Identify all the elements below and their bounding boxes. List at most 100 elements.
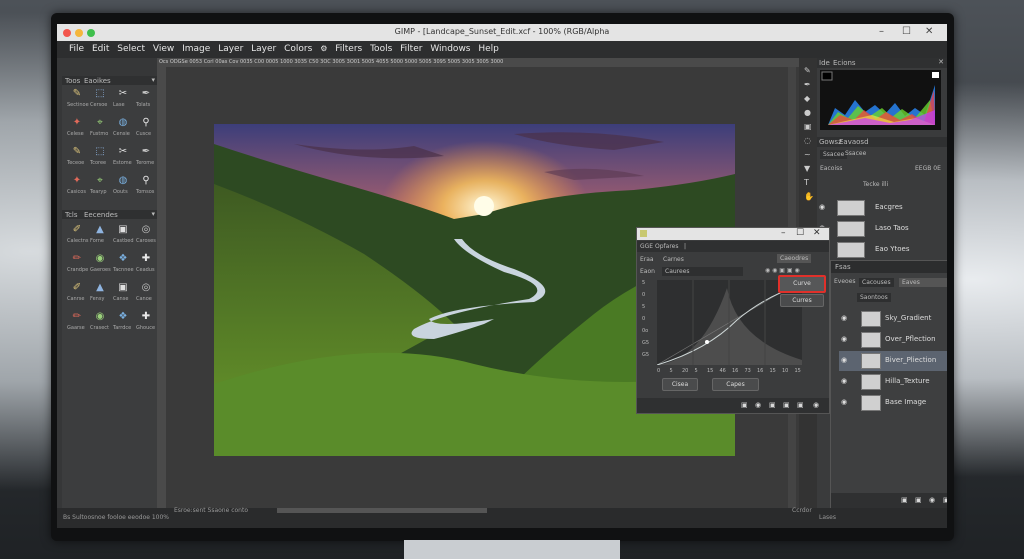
- preset-icons[interactable]: ◉ ◉ ▣ ▣ ◉: [765, 267, 800, 274]
- menu-filters[interactable]: Filters: [333, 41, 364, 54]
- opacity-field[interactable]: Saontoos: [857, 293, 891, 302]
- tool-icon[interactable]: ✒: [139, 88, 153, 100]
- tool-icon[interactable]: ⌖: [93, 175, 107, 187]
- curves-button[interactable]: Curres: [780, 294, 824, 307]
- menu-layer-2[interactable]: Layer: [249, 41, 278, 54]
- tool-icon[interactable]: ◉: [93, 311, 107, 323]
- eye-icon[interactable]: ◉: [841, 335, 847, 343]
- smudge-icon[interactable]: ~: [804, 150, 811, 159]
- tool-icon[interactable]: ❖: [116, 311, 130, 323]
- tool-icon[interactable]: ▣: [116, 282, 130, 294]
- layer-row[interactable]: ◉Biver_Pliection◉: [839, 351, 947, 371]
- tool-icon[interactable]: ⚲: [139, 117, 153, 129]
- eye-icon[interactable]: ◉: [819, 203, 825, 211]
- tool-icon[interactable]: ◉: [93, 253, 107, 265]
- menu-file[interactable]: File: [67, 41, 86, 54]
- histogram-tab[interactable]: Ecions: [833, 59, 856, 67]
- channel-value[interactable]: Carnes: [663, 256, 684, 263]
- eraser-icon[interactable]: ◌: [804, 136, 811, 145]
- curve-button[interactable]: Curve: [778, 275, 826, 293]
- menu-windows[interactable]: Windows: [428, 41, 472, 54]
- tool-icon[interactable]: ✎: [70, 88, 84, 100]
- brush-icon[interactable]: ✎: [804, 66, 811, 75]
- eye-icon[interactable]: ◉: [841, 377, 847, 385]
- dialog-maximize-button[interactable]: ☐: [796, 228, 804, 238]
- tool-icon[interactable]: ✐: [70, 282, 84, 294]
- back-layer-row[interactable]: ◉ Eacgres: [817, 198, 947, 218]
- dialog-tab-1[interactable]: GGE: [640, 243, 653, 250]
- back-layer-row[interactable]: ◉ Eao Ytoes: [817, 240, 947, 260]
- raise-layer-icon[interactable]: ▣: [915, 496, 922, 504]
- tool-icon[interactable]: ✂: [116, 146, 130, 158]
- tool-icon[interactable]: ⬚: [93, 88, 107, 100]
- window-maximize-button[interactable]: ☐: [902, 26, 911, 37]
- footer-icon[interactable]: ▣: [769, 401, 776, 409]
- window-close-button[interactable]: ✕: [925, 26, 933, 37]
- footer-icon[interactable]: ◉: [755, 401, 761, 409]
- menu-layer[interactable]: Layer: [216, 41, 245, 54]
- tool-icon[interactable]: ◎: [139, 224, 153, 236]
- menu-filter[interactable]: Filter: [398, 41, 424, 54]
- pen-icon[interactable]: ✒: [804, 80, 811, 89]
- panel-menu-icon[interactable]: ▾: [151, 76, 155, 84]
- tool-icon[interactable]: ✂: [116, 88, 130, 100]
- menu-edit[interactable]: Edit: [90, 41, 111, 54]
- dialog-minimize-button[interactable]: –: [781, 228, 786, 238]
- menu-tools[interactable]: Tools: [368, 41, 394, 54]
- tool-icon[interactable]: ⚲: [139, 175, 153, 187]
- tool-icon[interactable]: ❖: [116, 253, 130, 265]
- tool-icon[interactable]: ⌖: [93, 117, 107, 129]
- preset-dropdown[interactable]: Caurees: [662, 267, 743, 276]
- footer-icon[interactable]: ▣: [741, 401, 748, 409]
- back-mode[interactable]: Eacoiss: [820, 165, 842, 172]
- drop-icon[interactable]: ●: [804, 108, 811, 117]
- layer-row[interactable]: ◉Over_Pflection◉: [839, 330, 947, 350]
- tool-icon[interactable]: ✏: [70, 311, 84, 323]
- fill-icon[interactable]: ▼: [804, 164, 810, 173]
- layer-mode-select[interactable]: Eaves: [899, 278, 947, 287]
- back-mode-right[interactable]: EEGB 0E: [915, 165, 941, 172]
- layer-row[interactable]: ◉Sky_Gradient◉: [839, 309, 947, 329]
- tool-icon[interactable]: ✎: [70, 146, 84, 158]
- new-layer-icon[interactable]: ▣: [901, 496, 908, 504]
- back-layer-row[interactable]: ◉ Laso Taos: [817, 219, 947, 239]
- menu-view[interactable]: View: [151, 41, 176, 54]
- tool-icon[interactable]: ▲: [93, 282, 107, 294]
- tool-icon[interactable]: ✚: [139, 311, 153, 323]
- tool-icon[interactable]: ◎: [139, 282, 153, 294]
- dialog-button-1[interactable]: Cisea: [662, 378, 698, 391]
- panel-menu-icon[interactable]: ▾: [151, 210, 155, 218]
- menu-colors[interactable]: Colors: [282, 41, 314, 54]
- anchor-layer-icon[interactable]: ▣: [943, 496, 947, 504]
- eye-icon[interactable]: ◉: [841, 314, 847, 322]
- footer-icon[interactable]: ▣: [783, 401, 790, 409]
- eye-icon[interactable]: ◉: [841, 398, 847, 406]
- channel-select[interactable]: Caeodres: [777, 254, 812, 263]
- dialog-close-button[interactable]: ✕: [813, 228, 821, 238]
- menu-image[interactable]: Image: [180, 41, 212, 54]
- horizontal-scrollbar[interactable]: [277, 508, 487, 513]
- window-minimize-button[interactable]: –: [879, 26, 884, 37]
- layer-row[interactable]: ◉Hilla_Texture◉: [839, 372, 947, 392]
- layer-mode-dropdown[interactable]: Cacouses: [859, 278, 894, 287]
- footer-icon[interactable]: ▣: [797, 401, 804, 409]
- eye-icon[interactable]: ◉: [841, 356, 847, 364]
- tool-icon[interactable]: ◍: [116, 117, 130, 129]
- footer-icon[interactable]: ◉: [813, 401, 819, 409]
- menu-select[interactable]: Select: [115, 41, 147, 54]
- tool-icon[interactable]: ✦: [70, 175, 84, 187]
- tool-icon[interactable]: ✐: [70, 224, 84, 236]
- dialog-tab-2[interactable]: Opfares: [655, 243, 678, 250]
- dialog-button-2[interactable]: Capes: [712, 378, 759, 391]
- tab-layers-back[interactable]: Eavaosd: [839, 138, 869, 146]
- close-icon[interactable]: ✕: [938, 58, 944, 66]
- hand-icon[interactable]: ✋: [804, 192, 814, 201]
- tool-icon[interactable]: ✦: [70, 117, 84, 129]
- layer-row[interactable]: ◉Base Image◉: [839, 393, 947, 413]
- duplicate-layer-icon[interactable]: ◉: [929, 496, 935, 504]
- text-icon[interactable]: T: [804, 178, 809, 187]
- shapes-icon[interactable]: ◆: [804, 94, 810, 103]
- tool-icon[interactable]: ▣: [116, 224, 130, 236]
- gear-icon[interactable]: ⚙: [318, 41, 329, 53]
- tool-icon[interactable]: ✏: [70, 253, 84, 265]
